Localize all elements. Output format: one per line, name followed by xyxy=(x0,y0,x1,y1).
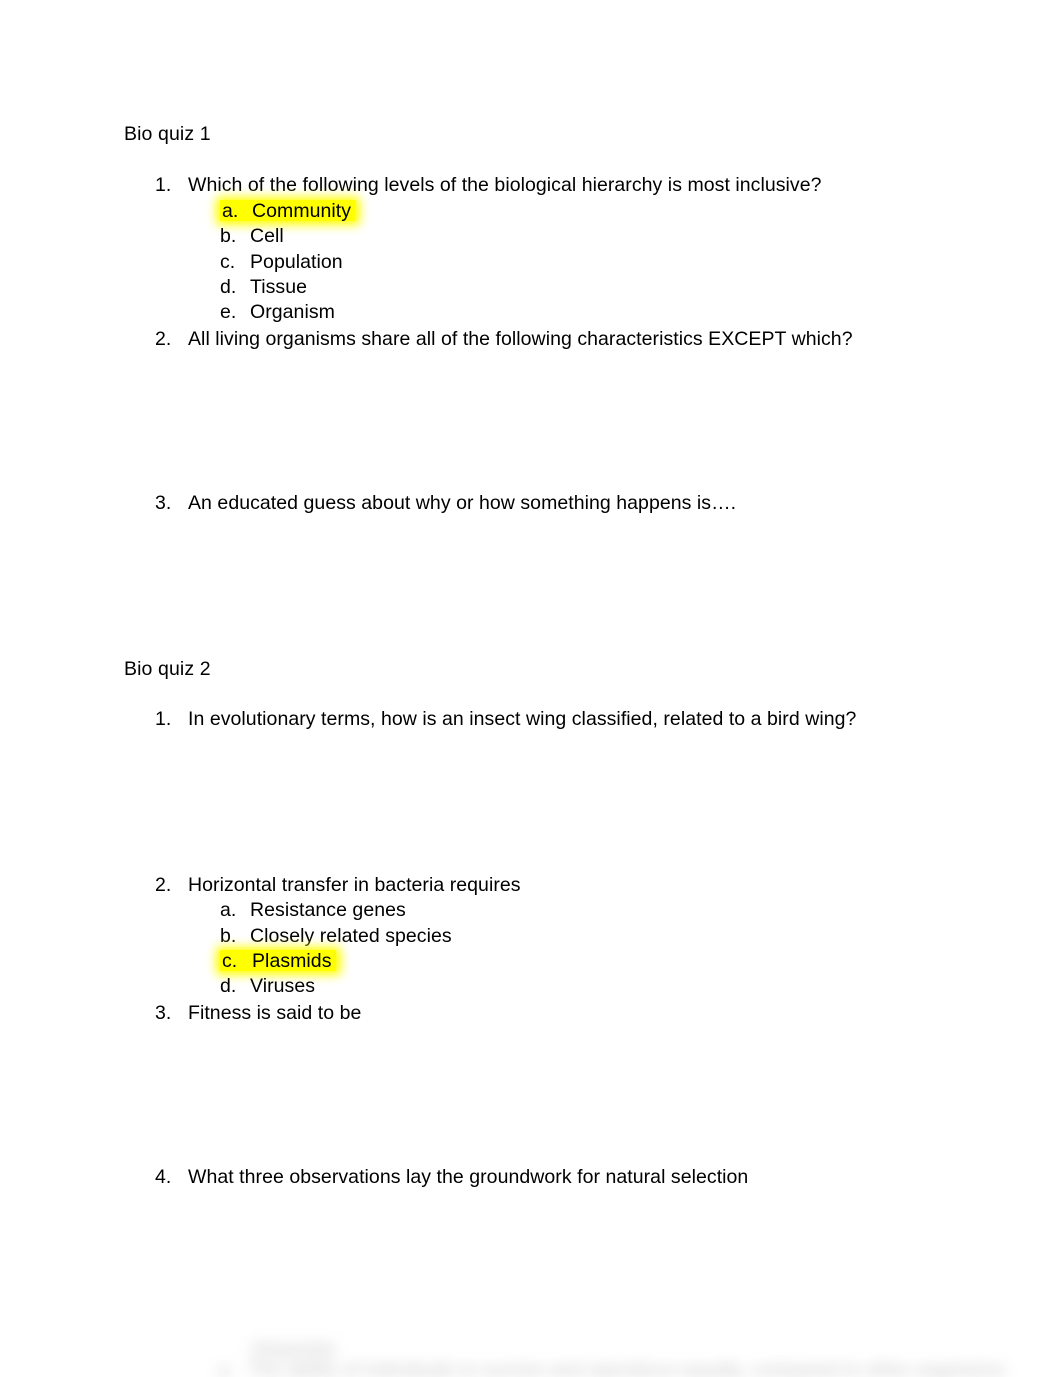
answer-letter: a. xyxy=(222,200,239,222)
blurred-content: Plasmids a. The ability of individuals to… xyxy=(0,1322,1062,1377)
answer-letter: b. xyxy=(220,225,237,247)
answer-text: Cell xyxy=(250,225,284,247)
answer-text: Plasmids xyxy=(252,950,332,972)
question-number: 3. xyxy=(155,1002,172,1024)
question-number: 1. xyxy=(155,174,172,196)
answer-letter: a. xyxy=(220,899,237,921)
highlighted-answer: a. Community xyxy=(220,199,356,223)
question-item: 1. In evolutionary terms, how is an insec… xyxy=(155,707,856,731)
question-text: Which of the following levels of the bio… xyxy=(188,174,822,196)
answer-letter: d. xyxy=(220,276,237,298)
answer-option: e. Organism xyxy=(220,300,335,324)
section-title: Bio quiz 2 xyxy=(124,658,211,680)
question-number: 2. xyxy=(155,328,172,350)
question-item: 1. Which of the following levels of the b… xyxy=(155,173,822,197)
highlighted-answer: c. Plasmids xyxy=(220,949,336,973)
answer-option: b. Cell xyxy=(220,224,284,248)
blurred-answer-line: a. The ability of individuals to survive … xyxy=(218,1358,1005,1377)
question-number: 3. xyxy=(155,492,172,514)
answer-text: Closely related species xyxy=(250,925,452,947)
question-text: What three observations lay the groundwo… xyxy=(188,1166,749,1188)
blurred-answer-letter: a. xyxy=(218,1359,235,1377)
answer-option: a. Community xyxy=(220,199,356,223)
answer-letter: c. xyxy=(222,950,238,972)
blurred-preview-footer: Plasmids a. The ability of individuals to… xyxy=(0,1322,1062,1377)
question-text: Fitness is said to be xyxy=(188,1002,362,1024)
answer-text: Population xyxy=(250,251,343,273)
question-item: 4. What three observations lay the ground… xyxy=(155,1165,748,1189)
question-item: 2. All living organisms share all of the … xyxy=(155,327,853,351)
question-text: Horizontal transfer in bacteria requires xyxy=(188,874,521,896)
section-title: Bio quiz 1 xyxy=(124,123,211,145)
answer-option: b. Closely related species xyxy=(220,924,452,948)
answer-letter: b. xyxy=(220,925,237,947)
answer-text: Tissue xyxy=(250,276,308,298)
answer-text: Organism xyxy=(250,301,335,323)
question-item: 3. Fitness is said to be xyxy=(155,1001,361,1025)
blurred-answer-text: The ability of individuals to survive an… xyxy=(248,1359,1006,1377)
blurred-highlight-line: Plasmids xyxy=(250,1335,338,1359)
question-item: 3. An educated guess about why or how som… xyxy=(155,491,736,515)
answer-text: Resistance genes xyxy=(250,899,406,921)
question-number: 4. xyxy=(155,1166,172,1188)
question-text: In evolutionary terms, how is an insect … xyxy=(188,708,857,730)
answer-option: d. Tissue xyxy=(220,275,307,299)
answer-letter: d. xyxy=(220,975,237,997)
answer-option: a. Resistance genes xyxy=(220,898,406,922)
answer-letter: c. xyxy=(220,251,236,273)
question-text: All living organisms share all of the fo… xyxy=(188,328,853,350)
answer-option: c. Plasmids xyxy=(220,949,336,973)
answer-letter: e. xyxy=(220,301,237,323)
question-text: An educated guess about why or how somet… xyxy=(188,492,737,514)
document-page: Bio quiz 1 1. Which of the following level… xyxy=(0,0,1062,1377)
question-number: 2. xyxy=(155,874,172,896)
answer-option: c. Population xyxy=(220,250,343,274)
answer-text: Community xyxy=(252,200,352,222)
question-number: 1. xyxy=(155,708,172,730)
question-item: 2. Horizontal transfer in bacteria requir… xyxy=(155,873,521,897)
answer-text: Viruses xyxy=(250,975,316,997)
answer-option: d. Viruses xyxy=(220,974,315,998)
